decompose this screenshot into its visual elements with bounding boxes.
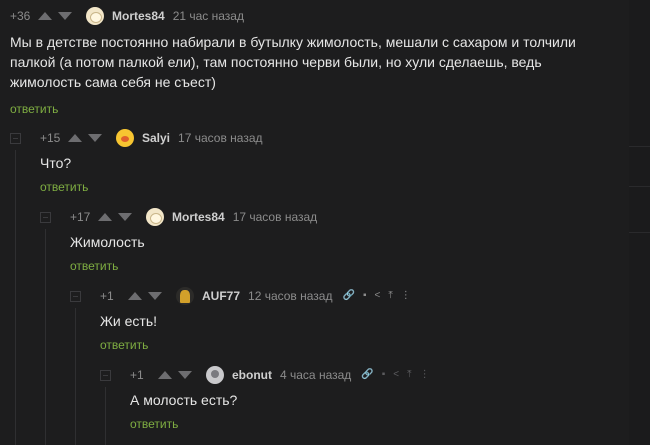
link-icon[interactable]: 🔗 — [361, 370, 373, 380]
collapse-toggle[interactable] — [10, 133, 21, 144]
more-icon[interactable]: ⋮ — [420, 370, 430, 380]
user-avatar-icon[interactable] — [86, 7, 104, 25]
save-icon[interactable]: ▪ — [382, 370, 386, 380]
thread-line — [75, 308, 76, 445]
comment-text-line: Жи есть! — [100, 313, 158, 329]
downvote-icon[interactable] — [148, 292, 162, 300]
thread-line — [45, 229, 46, 445]
comment-header: +36 Mortes84 21 час назад — [10, 6, 244, 26]
comment-text: Что? — [40, 153, 71, 173]
comment-time[interactable]: 17 часов назад — [233, 210, 317, 224]
comment-header: +1 AUF77 12 часов назад 🔗 ▪ < ⤒ ⋮ — [100, 286, 419, 306]
comment-time[interactable]: 17 часов назад — [178, 131, 262, 145]
comment-text: А молость есть? — [130, 390, 237, 410]
scroll-up-icon[interactable]: ⤒ — [407, 370, 411, 380]
comment: +15 Salyi 17 часов назад Что? ответить — [40, 128, 620, 198]
share-icon[interactable]: < — [393, 370, 399, 380]
author-name[interactable]: Mortes84 — [172, 210, 225, 224]
divider — [629, 232, 650, 233]
downvote-icon[interactable] — [118, 213, 132, 221]
comment-text-line: палкой (а потом палкой ели), там постоян… — [10, 54, 542, 70]
user-avatar-icon[interactable] — [206, 366, 224, 384]
upvote-icon[interactable] — [68, 134, 82, 142]
comment-header: +15 Salyi 17 часов назад — [40, 128, 263, 148]
rating-count: +1 — [100, 289, 114, 303]
comment-text-line: жимолость сама себя не съест) — [10, 74, 216, 90]
comment-header: +17 Mortes84 17 часов назад — [70, 207, 317, 227]
reply-button[interactable]: ответить — [130, 417, 178, 431]
comment-text-line: А молость есть? — [130, 392, 238, 408]
more-icon[interactable]: ⋮ — [401, 291, 411, 301]
comment: +1 AUF77 12 часов назад 🔗 ▪ < ⤒ ⋮ Жи ест… — [100, 286, 620, 356]
comment: +17 Mortes84 17 часов назад Жимолость от… — [70, 207, 620, 277]
divider — [629, 186, 650, 187]
upvote-icon[interactable] — [98, 213, 112, 221]
downvote-icon[interactable] — [58, 12, 72, 20]
scroll-up-icon[interactable]: ⤒ — [388, 291, 392, 301]
user-avatar-icon[interactable] — [176, 287, 194, 305]
thread-line — [105, 387, 106, 445]
thread-line — [15, 150, 16, 445]
author-name[interactable]: Salyi — [142, 131, 170, 145]
collapse-toggle[interactable] — [100, 370, 111, 381]
divider — [629, 146, 650, 147]
reply-button[interactable]: ответить — [40, 180, 88, 194]
rating-count: +36 — [10, 9, 31, 23]
rating-count: +15 — [40, 131, 61, 145]
reply-button[interactable]: ответить — [100, 338, 148, 352]
author-name[interactable]: ebonut — [232, 368, 272, 382]
downvote-icon[interactable] — [178, 371, 192, 379]
comment-text: Жимолость — [70, 232, 145, 252]
comment-header: +1 ebonut 4 часа назад 🔗 ▪ < ⤒ ⋮ — [130, 365, 438, 385]
comment: +36 Mortes84 21 час назад Мы в детстве п… — [10, 6, 620, 118]
comment-text-line: Мы в детстве постоянно набирали в бутылк… — [10, 34, 576, 50]
comment-text-line: Что? — [40, 155, 72, 171]
upvote-icon[interactable] — [38, 12, 52, 20]
comment: +1 ebonut 4 часа назад 🔗 ▪ < ⤒ ⋮ А молос… — [130, 365, 620, 440]
link-icon[interactable]: 🔗 — [342, 291, 354, 301]
author-name[interactable]: AUF77 — [202, 289, 240, 303]
comment-time[interactable]: 21 час назад — [173, 9, 244, 23]
reply-button[interactable]: ответить — [70, 259, 118, 273]
comment-text: Жи есть! — [100, 311, 157, 331]
comment-text-line: Жимолость — [70, 234, 145, 250]
collapse-toggle[interactable] — [40, 212, 51, 223]
save-icon[interactable]: ▪ — [363, 291, 367, 301]
author-name[interactable]: Mortes84 — [112, 9, 165, 23]
downvote-icon[interactable] — [88, 134, 102, 142]
rating-count: +17 — [70, 210, 91, 224]
comment-text: Мы в детстве постоянно набирали в бутылк… — [10, 32, 576, 92]
comment-tools: 🔗 ▪ < ⤒ ⋮ — [361, 370, 437, 380]
rating-count: +1 — [130, 368, 144, 382]
reply-button[interactable]: ответить — [10, 102, 58, 116]
comment-tools: 🔗 ▪ < ⤒ ⋮ — [342, 291, 418, 301]
comment-thread: +36 Mortes84 21 час назад Мы в детстве п… — [0, 0, 628, 445]
upvote-icon[interactable] — [158, 371, 172, 379]
collapse-toggle[interactable] — [70, 291, 81, 302]
comment-time[interactable]: 4 часа назад — [280, 368, 351, 382]
right-panel-edge — [629, 0, 650, 445]
user-avatar-icon[interactable] — [146, 208, 164, 226]
upvote-icon[interactable] — [128, 292, 142, 300]
share-icon[interactable]: < — [374, 291, 380, 301]
user-avatar-icon[interactable] — [116, 129, 134, 147]
comment-time[interactable]: 12 часов назад — [248, 289, 332, 303]
